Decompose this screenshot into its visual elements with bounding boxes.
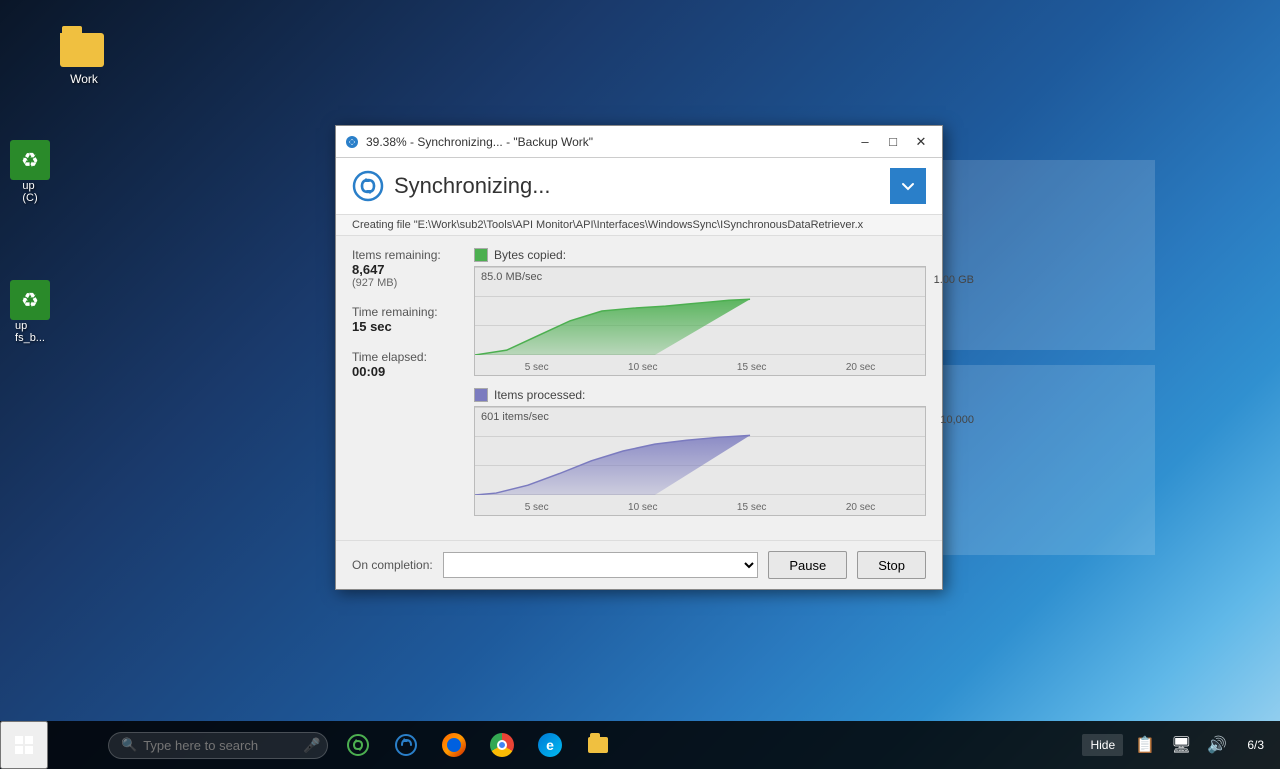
title-controls: – □ ✕	[852, 132, 934, 152]
taskbar-sync-icon	[346, 733, 370, 757]
items-x-tick-1: 5 sec	[525, 502, 549, 513]
time-elapsed-group: Time elapsed: 00:09	[352, 350, 454, 379]
charts-area: Bytes copied:	[474, 248, 926, 528]
taskbar-explorer-app[interactable]	[576, 723, 620, 767]
taskbar-refresh-app[interactable]	[384, 723, 428, 767]
taskbar-sync-app[interactable]	[336, 723, 380, 767]
windows-start-icon	[14, 735, 34, 755]
time-remaining-label: Time remaining:	[352, 305, 454, 319]
tray-time[interactable]: 6/3	[1239, 734, 1272, 756]
bytes-x-tick-1: 5 sec	[525, 362, 549, 373]
desktop-icon-recycle-b[interactable]: ♻ upfs_b...	[0, 280, 60, 344]
stop-button[interactable]: Stop	[857, 551, 926, 579]
edge-icon: e	[538, 733, 562, 757]
start-button[interactable]	[0, 721, 48, 769]
pause-button[interactable]: Pause	[768, 551, 847, 579]
time-remaining-group: Time remaining: 15 sec	[352, 305, 454, 334]
taskbar-edge-app[interactable]: e	[528, 723, 572, 767]
desktop-icon-work[interactable]: Work	[44, 20, 124, 86]
tray-icon-1[interactable]: 📋	[1131, 731, 1159, 759]
desktop-icon-work-label: Work	[70, 72, 98, 86]
bytes-x-axis: 5 sec 10 sec 15 sec 20 sec	[475, 360, 925, 375]
close-button[interactable]: ✕	[908, 132, 934, 152]
bytes-x-tick-2: 10 sec	[628, 362, 657, 373]
desktop: Work ♻ up(C) ♻ upfs_b... 39.38% - Synchr…	[0, 0, 1280, 769]
bytes-color-box	[474, 248, 488, 262]
items-chart-section: Items processed:	[474, 388, 926, 516]
volume-icon[interactable]: 🔊	[1203, 731, 1231, 759]
minimize-button[interactable]: –	[852, 132, 878, 152]
taskbar-firefox-app[interactable]	[432, 723, 476, 767]
sync-icon-large	[352, 170, 384, 202]
title-bar: 39.38% - Synchronizing... - "Backup Work…	[336, 126, 942, 158]
taskbar: 🔍 🎤	[0, 721, 1280, 769]
maximize-button[interactable]: □	[880, 132, 906, 152]
items-remaining-group: Items remaining: 8,647 (927 MB)	[352, 248, 454, 289]
time-elapsed-value: 00:09	[352, 364, 454, 379]
time-remaining-value: 15 sec	[352, 319, 454, 334]
items-remaining-sub: (927 MB)	[352, 277, 454, 289]
taskbar-search-bar[interactable]: 🔍 🎤	[108, 732, 328, 759]
completion-select[interactable]	[443, 552, 759, 578]
sync-dialog: 39.38% - Synchronizing... - "Backup Work…	[335, 125, 943, 590]
items-color-box	[474, 388, 488, 402]
bytes-chart-label: Bytes copied:	[494, 248, 566, 262]
stats-panel: Items remaining: 8,647 (927 MB) Time rem…	[352, 248, 462, 528]
status-path: Creating file "E:\Work\sub2\Tools\API Mo…	[336, 215, 942, 236]
desktop-icon-recycle-c-label: up(C)	[22, 180, 37, 204]
items-x-axis: 5 sec 10 sec 15 sec 20 sec	[475, 500, 925, 515]
microphone-icon[interactable]: 🎤	[303, 737, 320, 754]
items-chart: 601 items/sec	[474, 406, 926, 516]
bytes-x-tick-4: 20 sec	[846, 362, 875, 373]
taskbar-tray: Hide 📋 🖥 🔊 6/3	[1082, 731, 1280, 759]
tray-icon-2[interactable]: 🖥	[1167, 731, 1195, 759]
desktop-icon-recycle-b-label: upfs_b...	[15, 320, 45, 344]
expand-button[interactable]	[890, 168, 926, 204]
items-y-label: 10,000	[930, 414, 974, 426]
title-bar-icon	[344, 134, 360, 150]
items-chart-label: Items processed:	[494, 388, 585, 402]
title-bar-text: 39.38% - Synchronizing... - "Backup Work…	[366, 135, 846, 149]
taskbar-chrome-app[interactable]	[480, 723, 524, 767]
search-input[interactable]	[143, 738, 303, 753]
bytes-y-label: 1.00 GB	[930, 274, 974, 286]
recycle-icon-2: ♻	[10, 280, 50, 320]
hide-button[interactable]: Hide	[1082, 734, 1123, 756]
folder-icon	[60, 20, 108, 68]
explorer-icon	[586, 733, 610, 757]
bytes-chart: 85.0 MB/sec	[474, 266, 926, 376]
bytes-chart-section: Bytes copied:	[474, 248, 926, 376]
taskbar-refresh-icon	[394, 733, 418, 757]
chrome-icon	[490, 733, 514, 757]
items-remaining-value: 8,647	[352, 262, 454, 277]
firefox-icon	[442, 733, 466, 757]
taskbar-app-icons: e	[336, 723, 620, 767]
bytes-x-tick-3: 15 sec	[737, 362, 766, 373]
search-icon: 🔍	[121, 737, 137, 753]
recycle-icon: ♻	[10, 140, 50, 180]
dialog-footer: On completion: Pause Stop	[336, 540, 942, 589]
items-x-tick-4: 20 sec	[846, 502, 875, 513]
time-elapsed-label: Time elapsed:	[352, 350, 454, 364]
completion-label: On completion:	[352, 558, 433, 572]
desktop-icon-recycle-c[interactable]: ♻ up(C)	[0, 140, 60, 204]
dialog-header-title: Synchronizing...	[394, 173, 551, 199]
dialog-header: Synchronizing...	[336, 158, 942, 215]
items-remaining-label: Items remaining:	[352, 248, 454, 262]
items-x-tick-3: 15 sec	[737, 502, 766, 513]
items-x-tick-2: 10 sec	[628, 502, 657, 513]
dialog-body: Items remaining: 8,647 (927 MB) Time rem…	[336, 236, 942, 540]
